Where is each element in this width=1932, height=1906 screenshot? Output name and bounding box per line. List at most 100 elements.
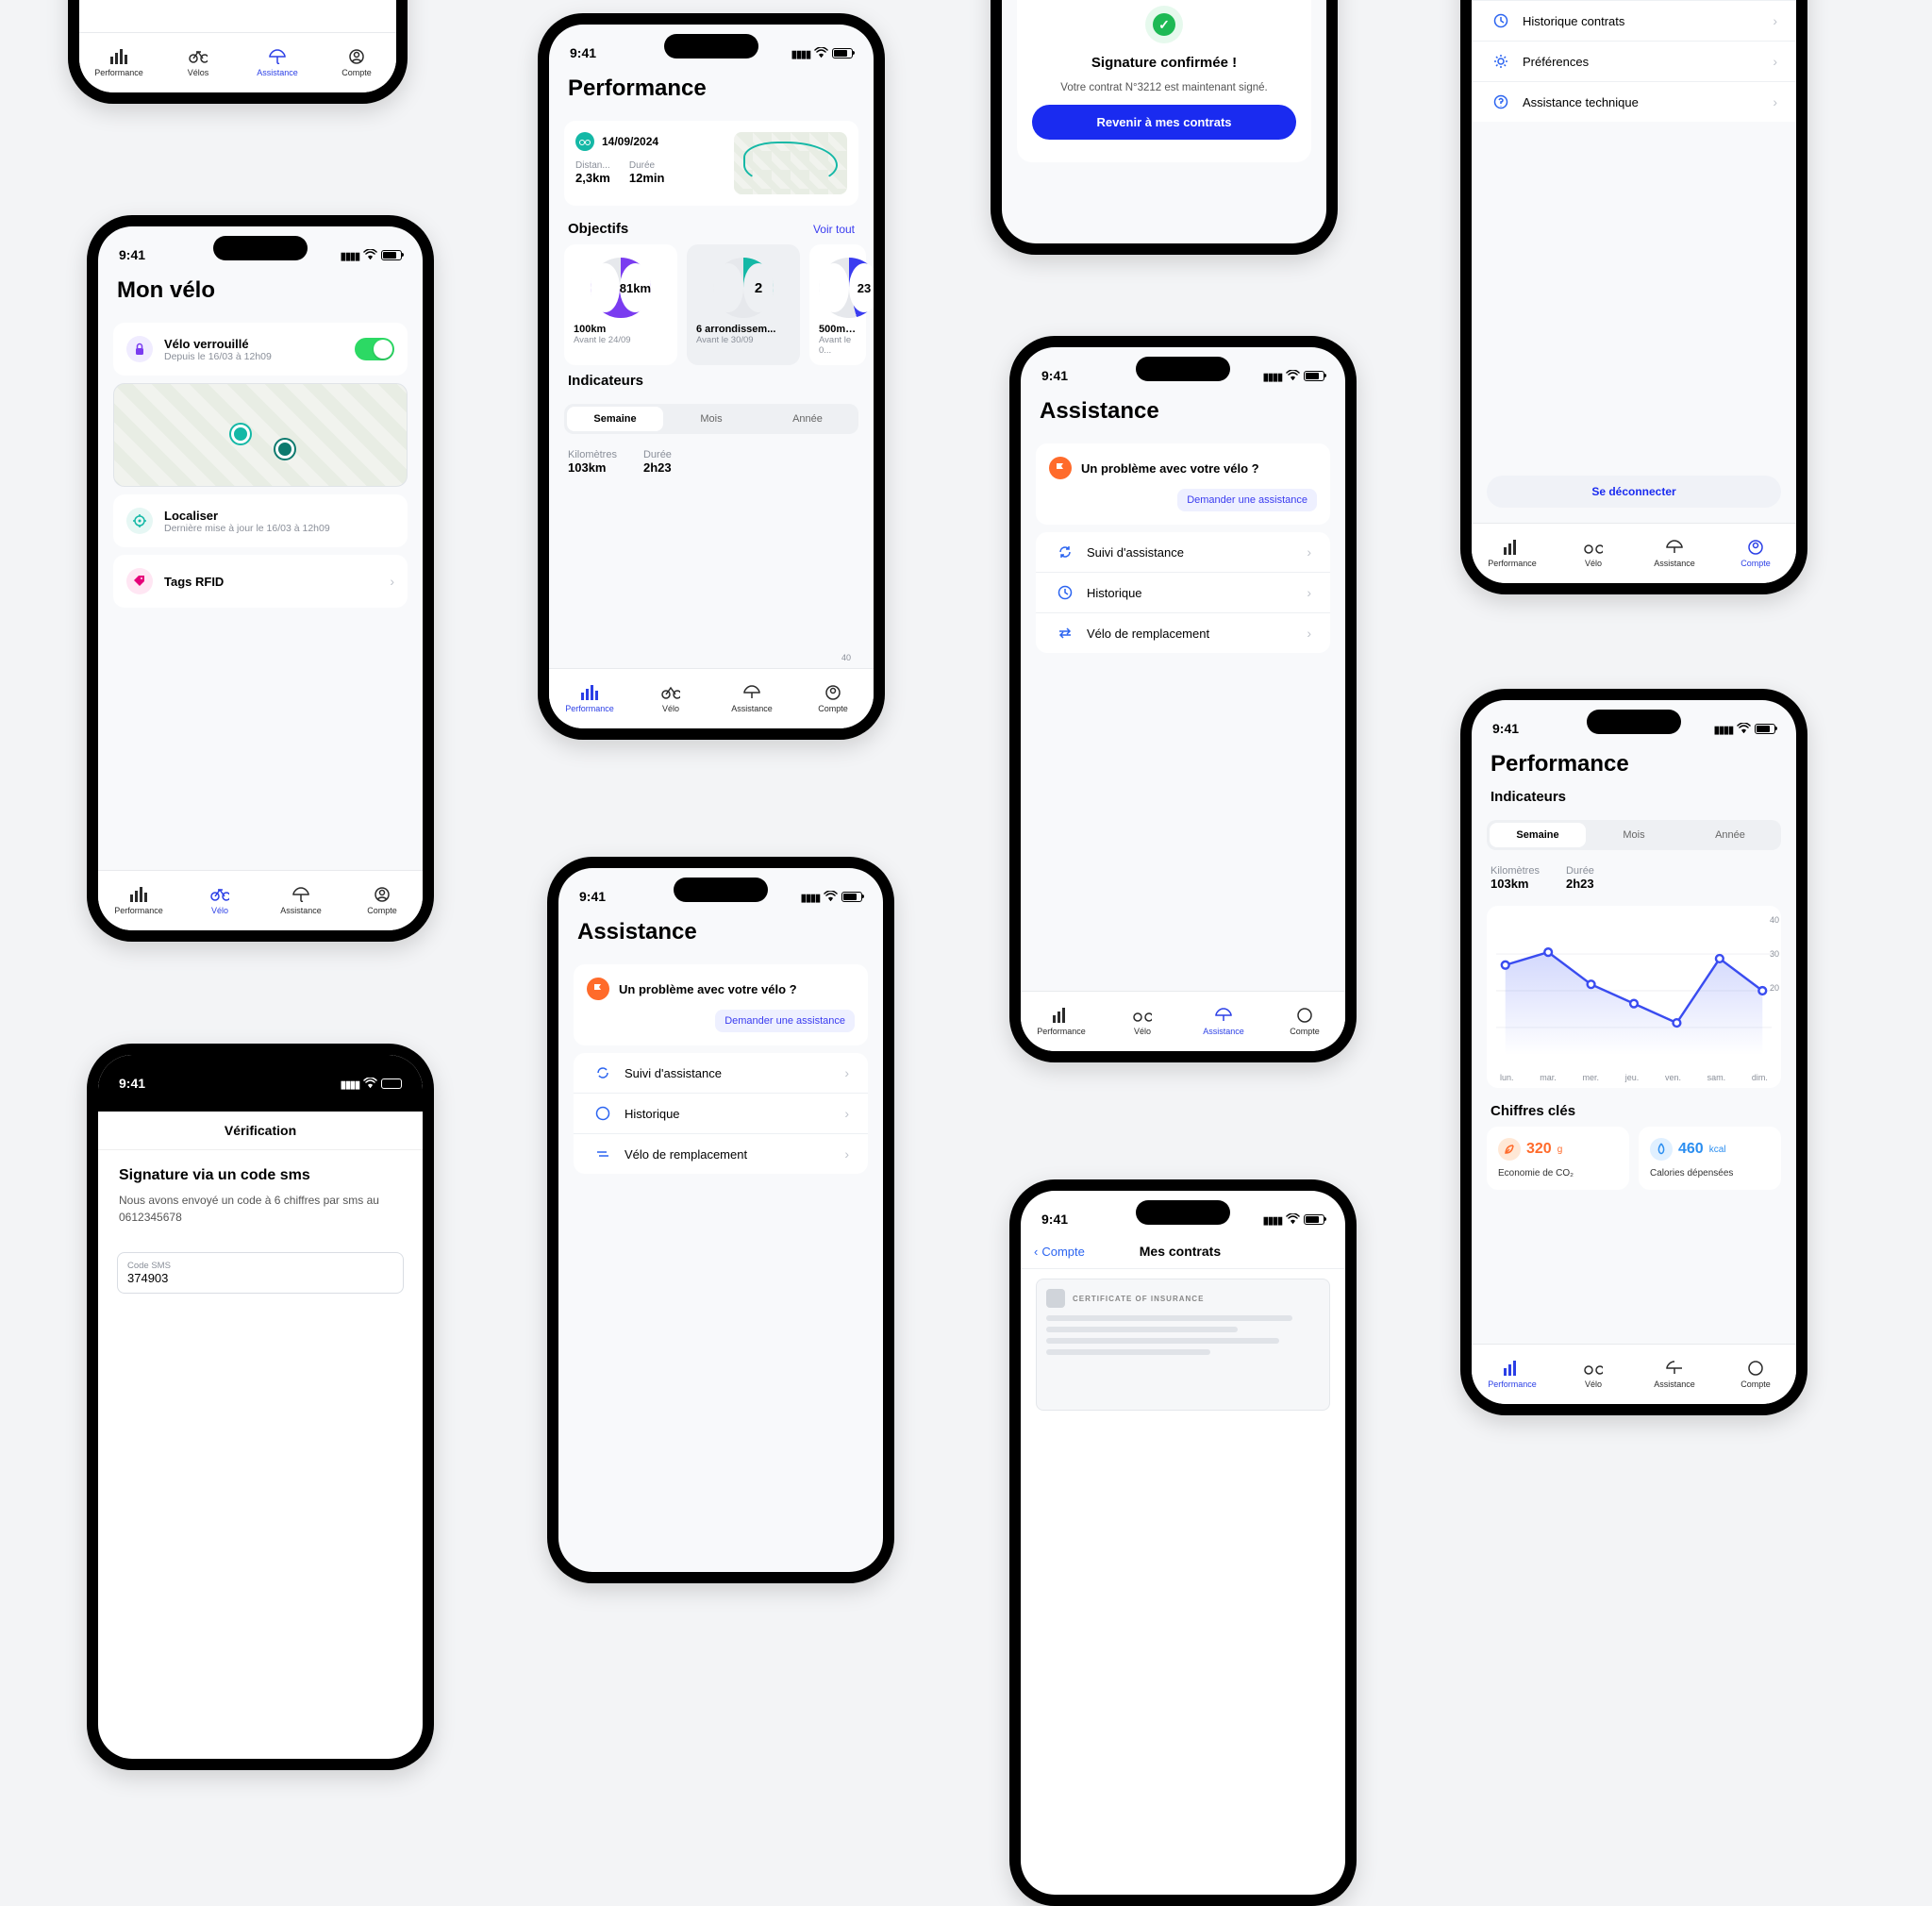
leaf-icon <box>1498 1138 1521 1161</box>
tab-performance[interactable]: Performance <box>1021 992 1102 1051</box>
umbrella-icon <box>1214 1007 1233 1024</box>
battery-icon <box>1755 724 1775 734</box>
lock-toggle[interactable] <box>355 338 394 360</box>
flag-icon <box>587 978 609 1000</box>
input-value: 374903 <box>127 1271 393 1285</box>
tab-performance[interactable]: Performance <box>79 33 158 92</box>
clock-icon <box>1055 585 1075 600</box>
tab-assistance[interactable]: Assistance <box>1183 992 1264 1051</box>
row-prefs[interactable]: Préférences › <box>1472 42 1796 82</box>
chevron-right-icon: › <box>844 1065 849 1080</box>
tab-assistance[interactable]: Assistance <box>238 33 317 92</box>
localiser-row[interactable]: Localiser Dernière mise à jour le 16/03 … <box>113 494 408 547</box>
request-assist-button[interactable]: Demander une assistance <box>1177 489 1317 511</box>
chevron-right-icon: › <box>1773 54 1777 69</box>
seg-mois[interactable]: Mois <box>1586 823 1682 847</box>
tab-compte[interactable]: Compte <box>341 871 423 930</box>
tags-rfid-row[interactable]: Tags RFID › <box>113 555 408 608</box>
indicateurs-title: Indicateurs <box>1491 789 1566 805</box>
tab-compte[interactable]: Compte <box>1715 524 1796 583</box>
tab-velo[interactable]: Vélo <box>1553 1345 1634 1404</box>
row-suivi[interactable]: Suivi d'assistance › <box>574 1053 868 1094</box>
row-tech[interactable]: Assistance technique › <box>1472 82 1796 122</box>
assist-prompt-card: Un problème avec votre vélo ? Demander u… <box>1036 443 1330 525</box>
wifi-icon <box>1286 368 1300 383</box>
clock: 9:41 <box>119 247 145 262</box>
cal-value: 460 <box>1678 1141 1704 1158</box>
tab-assistance[interactable]: Assistance <box>1634 1345 1715 1404</box>
row-label: Historique contrats <box>1523 14 1624 28</box>
goal-card[interactable]: 23 500m D... Avant le 0... <box>809 244 866 365</box>
period-segment[interactable]: Semaine Mois Année <box>564 404 858 434</box>
row-remplacement[interactable]: Vélo de remplacement › <box>1036 613 1330 653</box>
goal-card[interactable]: 81km 100km Avant le 24/09 <box>564 244 677 365</box>
tab-velos[interactable]: Vélos <box>158 33 238 92</box>
user-icon <box>824 684 842 701</box>
battery-icon <box>1304 371 1324 381</box>
bike-icon <box>661 684 680 701</box>
logout-button[interactable]: Se déconnecter <box>1487 476 1781 508</box>
period-segment[interactable]: Semaine Mois Année <box>1487 820 1781 850</box>
bike-icon <box>1584 1360 1603 1377</box>
row-historique[interactable]: Historique › <box>1036 573 1330 613</box>
tab-assistance[interactable]: Assistance <box>711 669 792 728</box>
bike-icon <box>575 132 594 151</box>
co2-card[interactable]: 320g Economie de CO₂ <box>1487 1127 1629 1190</box>
tab-velo[interactable]: Vélo <box>630 669 711 728</box>
goal-card[interactable]: 2 6 arrondissem... Avant le 30/09 <box>687 244 800 365</box>
signal-icon <box>1263 368 1282 383</box>
page-title: Assistance <box>558 911 883 957</box>
tab-compte[interactable]: Compte <box>1715 1345 1796 1404</box>
tab-compte[interactable]: Compte <box>317 33 396 92</box>
tab-compte[interactable]: Compte <box>1264 992 1345 1051</box>
header-title: Mes contrats <box>1085 1244 1275 1259</box>
modal-title: Signature confirmée ! <box>1091 55 1237 71</box>
tab-compte[interactable]: Compte <box>792 669 874 728</box>
lock-card: Vélo verrouillé Depuis le 16/03 à 12h09 <box>113 323 408 376</box>
seg-mois[interactable]: Mois <box>663 407 759 431</box>
chart-y-max: 40 <box>841 653 851 662</box>
tab-performance[interactable]: Performance <box>1472 1345 1553 1404</box>
help-icon <box>1491 94 1511 109</box>
localiser-title: Localiser <box>164 509 330 523</box>
tab-performance[interactable]: Performance <box>98 871 179 930</box>
tab-performance[interactable]: Performance <box>1472 524 1553 583</box>
distance-value: 2,3km <box>575 171 610 185</box>
tab-velo[interactable]: Vélo <box>1102 992 1183 1051</box>
km-label: Kilomètres <box>1491 865 1540 877</box>
contract-document[interactable]: CERTIFICATE OF INSURANCE <box>1036 1279 1330 1411</box>
check-icon <box>1145 6 1183 43</box>
last-ride-card[interactable]: 14/09/2024 Distan...2,3km Durée12min <box>564 121 858 206</box>
chevron-right-icon: › <box>1773 94 1777 109</box>
goals-scroll[interactable]: 81km 100km Avant le 24/09 2 6 arrondisse… <box>549 244 874 365</box>
seg-semaine[interactable]: Semaine <box>1490 823 1586 847</box>
row-historique-contrats[interactable]: Historique contrats › <box>1472 1 1796 42</box>
chevron-right-icon: › <box>844 1106 849 1121</box>
tab-assistance[interactable]: Assistance <box>1634 524 1715 583</box>
tab-velo[interactable]: Vélo <box>179 871 260 930</box>
goal-sub: Avant le 0... <box>819 335 857 356</box>
row-historique[interactable]: Historique › <box>574 1094 868 1134</box>
seg-annee[interactable]: Année <box>1682 823 1778 847</box>
calories-card[interactable]: 460kcal Calories dépensées <box>1639 1127 1781 1190</box>
voir-tout-link[interactable]: Voir tout <box>813 223 855 236</box>
tags-label: Tags RFID <box>164 575 224 589</box>
wifi-icon <box>1286 1212 1300 1227</box>
wifi-icon <box>1737 721 1751 736</box>
return-contracts-button[interactable]: Revenir à mes contrats <box>1032 105 1296 140</box>
sms-code-input[interactable]: Code SMS 374903 <box>117 1252 404 1294</box>
back-button[interactable]: ‹Compte <box>1034 1245 1085 1259</box>
request-assist-button[interactable]: Demander une assistance <box>715 1010 855 1032</box>
duree-label: Durée <box>1566 865 1594 877</box>
tab-assistance[interactable]: Assistance <box>260 871 341 930</box>
seg-annee[interactable]: Année <box>759 407 856 431</box>
umbrella-icon <box>1665 539 1684 556</box>
map[interactable] <box>113 383 408 487</box>
verif-body: Nous avons envoyé un code à 6 chiffres p… <box>119 1192 402 1226</box>
battery-icon <box>832 48 853 59</box>
tab-performance[interactable]: Performance <box>549 669 630 728</box>
row-suivi[interactable]: Suivi d'assistance › <box>1036 532 1330 573</box>
row-remplacement[interactable]: Vélo de remplacement › <box>574 1134 868 1174</box>
seg-semaine[interactable]: Semaine <box>567 407 663 431</box>
tab-velo[interactable]: Vélo <box>1553 524 1634 583</box>
